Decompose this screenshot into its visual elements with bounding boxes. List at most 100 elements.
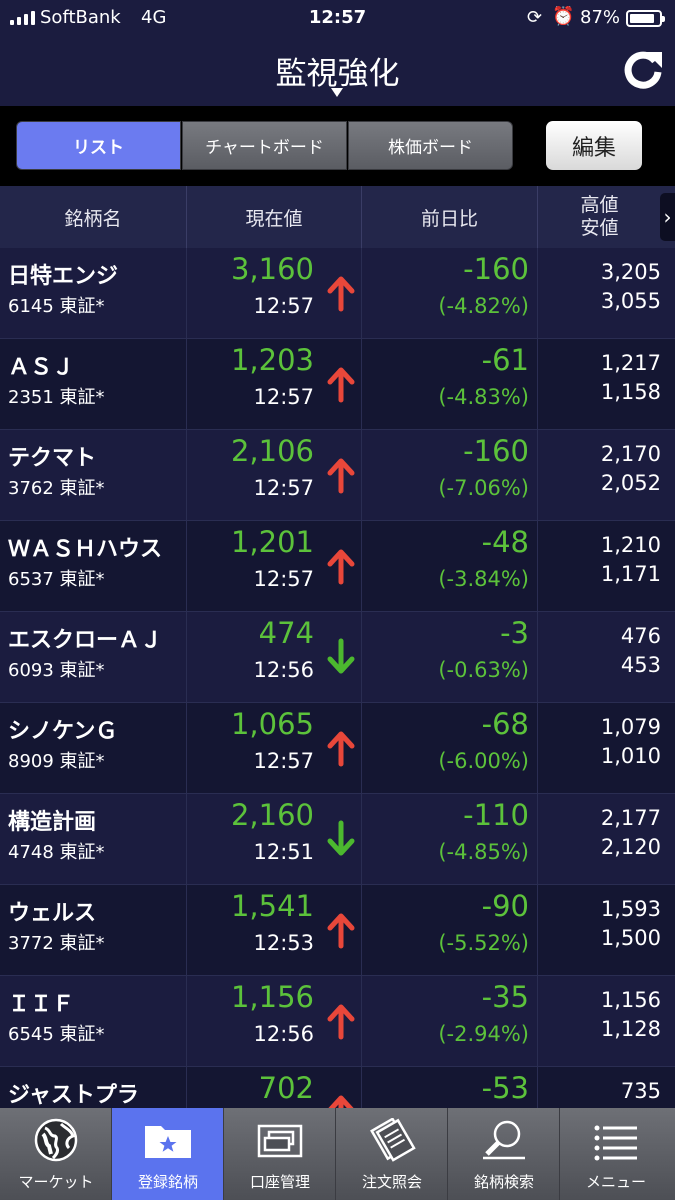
table-row[interactable]: エスクローＡＪ 6093 東証* 474 12:56 -3 (-0.63%) 4… xyxy=(0,612,675,703)
high-price: 2,177 xyxy=(600,806,661,830)
table-row[interactable]: ジャストプラ 702 -53 735 xyxy=(0,1067,675,1108)
change-percent: (-7.06%) xyxy=(438,476,529,500)
high-price: 1,156 xyxy=(600,988,661,1012)
table-row[interactable]: ＩＩＦ 6545 東証* 1,156 12:56 -35 (-2.94%) 1,… xyxy=(0,976,675,1067)
table-row[interactable]: ウェルス 3772 東証* 1,541 12:53 -90 (-5.52%) 1… xyxy=(0,885,675,976)
rotation-lock-icon: ⟳ xyxy=(527,7,543,28)
stock-name: ＩＩＦ xyxy=(8,992,75,1017)
tab-search[interactable]: 銘柄検索 xyxy=(448,1108,560,1200)
current-price: 1,203 xyxy=(230,343,314,377)
current-price: 1,541 xyxy=(230,889,314,923)
high-price: 1,593 xyxy=(600,897,661,921)
current-price: 2,160 xyxy=(230,798,314,832)
stock-code: 6545 東証* xyxy=(8,1024,105,1045)
navigation-bar: 監視強化 xyxy=(0,36,675,106)
change-percent: (-3.84%) xyxy=(438,567,529,591)
up-arrow-icon xyxy=(327,913,355,949)
down-arrow-icon xyxy=(327,638,355,674)
table-row[interactable]: ＷＡＳＨハウス 6537 東証* 1,201 12:57 -48 (-3.84%… xyxy=(0,521,675,612)
stock-code: 4748 東証* xyxy=(8,842,105,863)
stock-code: 3772 東証* xyxy=(8,933,105,954)
high-low-cell: 1,217 1,158 xyxy=(537,339,675,430)
high-low-cell: 735 xyxy=(537,1067,675,1108)
change-cell: -110 (-4.85%) xyxy=(361,794,537,885)
current-price: 1,201 xyxy=(230,525,314,559)
table-row[interactable]: 構造計画 4748 東証* 2,160 12:51 -110 (-4.85%) … xyxy=(0,794,675,885)
tab-watchlist[interactable]: 登録銘柄 xyxy=(112,1108,224,1200)
segment-chart-board[interactable]: チャートボード xyxy=(182,121,347,170)
tab-market[interactable]: マーケット xyxy=(0,1108,112,1200)
price-cell: 702 xyxy=(186,1067,361,1108)
high-low-cell: 2,177 2,120 xyxy=(537,794,675,885)
change-value: -35 xyxy=(481,980,529,1014)
tab-account[interactable]: 口座管理 xyxy=(224,1108,336,1200)
stock-list: 日特エンジ 6145 東証* 3,160 12:57 -160 (-4.82%)… xyxy=(0,248,675,1108)
stock-name: 構造計画 xyxy=(8,810,97,835)
up-arrow-icon xyxy=(327,549,355,585)
battery-icon xyxy=(626,10,665,27)
refresh-icon[interactable] xyxy=(622,48,664,90)
edit-button[interactable]: 編集 xyxy=(546,121,642,170)
tab-orders[interactable]: 注文照会 xyxy=(336,1108,448,1200)
stock-code: 3762 東証* xyxy=(8,478,105,499)
low-price: 1,500 xyxy=(600,926,661,950)
up-arrow-icon xyxy=(327,1004,355,1040)
change-cell: -3 (-0.63%) xyxy=(361,612,537,703)
segment-price-board[interactable]: 株価ボード xyxy=(348,121,513,170)
price-time: 12:51 xyxy=(253,840,314,864)
change-value: -68 xyxy=(481,707,529,741)
header-change: 前日比 xyxy=(361,186,537,248)
change-percent: (-2.94%) xyxy=(438,1022,529,1046)
change-cell: -160 (-4.82%) xyxy=(361,248,537,339)
status-bar: SoftBank 4G 12:57 ⟳ ⏰ 87% xyxy=(0,0,675,36)
price-time: 12:53 xyxy=(253,931,314,955)
change-value: -3 xyxy=(500,616,529,650)
low-price: 3,055 xyxy=(600,289,661,313)
dropdown-caret-icon[interactable] xyxy=(331,88,343,97)
price-cell: 1,541 12:53 xyxy=(186,885,361,976)
change-value: -110 xyxy=(463,798,529,832)
change-percent: (-4.85%) xyxy=(438,840,529,864)
change-value: -160 xyxy=(463,434,529,468)
tab-menu[interactable]: メニュー xyxy=(560,1108,675,1200)
current-price: 3,160 xyxy=(230,252,314,286)
battery-percent: 87% xyxy=(580,7,621,28)
high-low-cell: 1,156 1,128 xyxy=(537,976,675,1067)
price-time: 12:56 xyxy=(253,658,314,682)
current-price: 2,106 xyxy=(230,434,314,468)
table-row[interactable]: シノケンＧ 8909 東証* 1,065 12:57 -68 (-6.00%) … xyxy=(0,703,675,794)
bottom-tab-bar: マーケット 登録銘柄 口座管理 注文照会 銘柄検索 メニュー xyxy=(0,1108,675,1200)
high-price: 1,210 xyxy=(600,533,661,557)
change-percent: (-5.52%) xyxy=(438,931,529,955)
stock-name: ＡＳＪ xyxy=(8,355,75,380)
high-low-cell: 1,079 1,010 xyxy=(537,703,675,794)
stock-code: 6145 東証* xyxy=(8,296,105,317)
tab-label: 登録銘柄 xyxy=(137,1173,198,1191)
price-cell: 2,106 12:57 xyxy=(186,430,361,521)
watchlist-title[interactable]: 監視強化 xyxy=(0,48,675,93)
price-time: 12:57 xyxy=(253,385,314,409)
magnifier-icon xyxy=(483,1120,525,1160)
cards-icon xyxy=(257,1124,303,1158)
price-time: 12:57 xyxy=(253,749,314,773)
change-cell: -61 (-4.83%) xyxy=(361,339,537,430)
up-arrow-icon xyxy=(327,458,355,494)
stock-name: 日特エンジ xyxy=(8,264,119,289)
tab-label: 注文照会 xyxy=(361,1173,422,1191)
price-time: 12:57 xyxy=(253,567,314,591)
change-percent: (-4.82%) xyxy=(438,294,529,318)
table-row[interactable]: ＡＳＪ 2351 東証* 1,203 12:57 -61 (-4.83%) 1,… xyxy=(0,339,675,430)
current-price: 1,065 xyxy=(230,707,314,741)
low-price: 1,158 xyxy=(600,380,661,404)
table-row[interactable]: テクマト 3762 東証* 2,106 12:57 -160 (-7.06%) … xyxy=(0,430,675,521)
header-high: 高値 xyxy=(580,194,619,216)
change-cell: -35 (-2.94%) xyxy=(361,976,537,1067)
down-arrow-icon xyxy=(327,820,355,856)
scroll-right-chevron-icon[interactable]: › xyxy=(660,193,675,241)
stock-name: ウェルス xyxy=(8,901,97,926)
header-name: 銘柄名 xyxy=(64,207,122,230)
table-row[interactable]: 日特エンジ 6145 東証* 3,160 12:57 -160 (-4.82%)… xyxy=(0,248,675,339)
view-segment-bar: リスト チャートボード 株価ボード 編集 xyxy=(0,106,675,186)
segment-list[interactable]: リスト xyxy=(16,121,181,170)
high-price: 476 xyxy=(620,624,661,648)
